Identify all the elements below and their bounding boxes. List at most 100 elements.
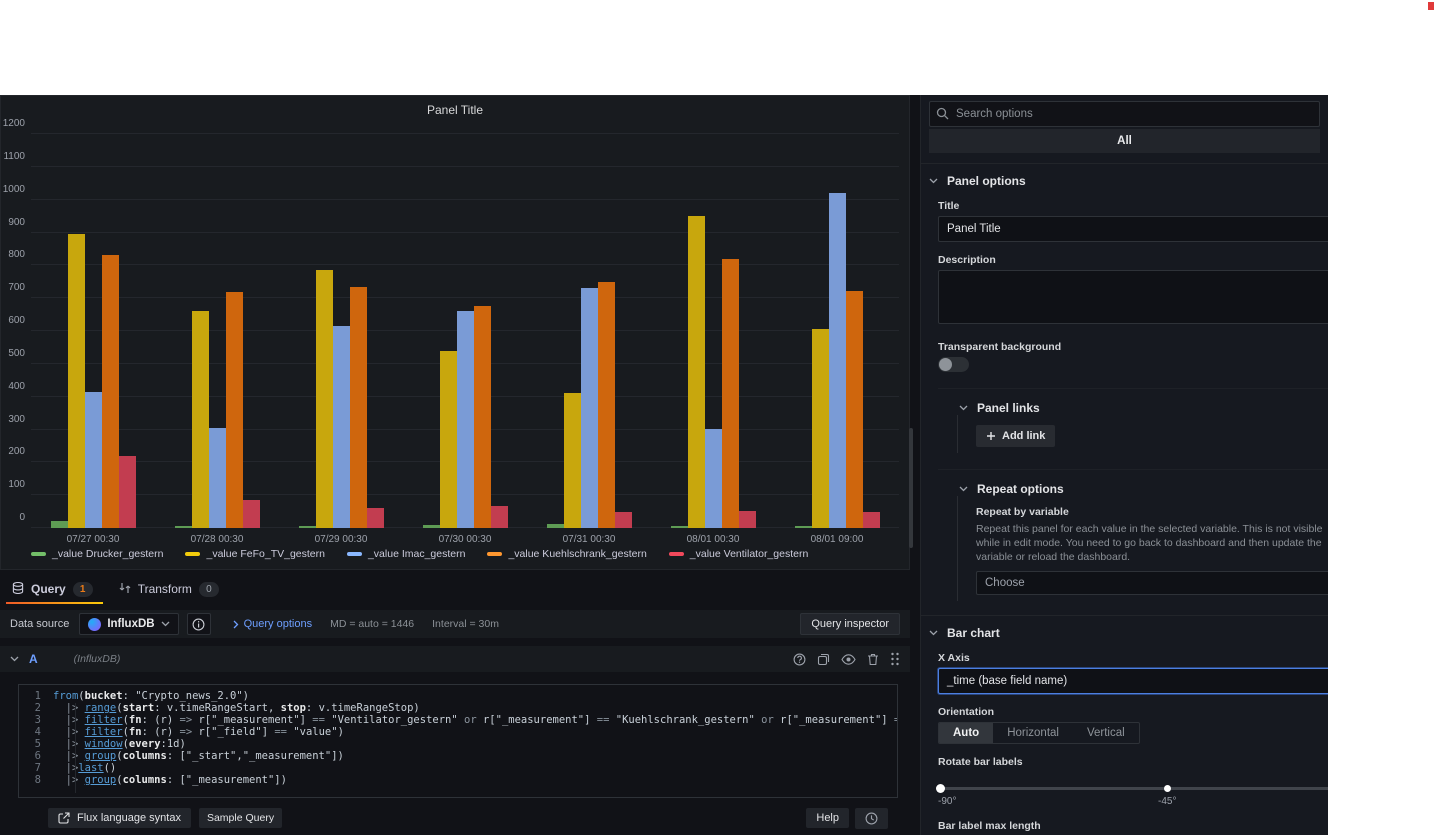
bar-group[interactable] [403,134,527,528]
slider-track[interactable] [938,786,1328,790]
y-axis-tick: 600 [8,315,25,326]
legend-swatch [185,552,201,556]
bar[interactable] [738,510,756,528]
bar[interactable] [191,311,209,528]
drag-handle-icon[interactable] [890,652,900,666]
bar[interactable] [811,329,829,528]
rotate-bar-labels-slider[interactable]: -90° -45° [936,782,1328,808]
plot-area: 0 100 200 300 400 500 600 700 800 900 1000 1100 1200 [3,118,899,528]
legend-swatch [487,552,503,556]
bar[interactable] [242,500,260,528]
bar[interactable] [580,288,598,528]
panel-options-header[interactable]: Panel options [921,174,1328,188]
legend-item[interactable]: _value Drucker_gestern [31,548,163,560]
history-button[interactable] [855,807,888,829]
bar[interactable] [208,427,226,528]
bar-group[interactable] [155,134,279,528]
bar[interactable] [422,525,440,528]
legend-item[interactable]: _value Imac_gestern [346,548,465,560]
tab-transform[interactable]: Transform 0 [111,577,231,604]
left-pane-scrollbar[interactable] [909,95,914,835]
code-line[interactable]: 2 |> range(start: v.timeRangeStart, stop… [19,702,897,714]
option-auto[interactable]: Auto [939,722,994,743]
bar[interactable] [456,311,474,528]
code-line[interactable]: 6 |> group(columns: ["_start","_measurem… [19,750,897,762]
bar[interactable] [794,526,812,528]
flux-code-editor[interactable]: 1 from(bucket: "Crypto_news_2.0") 2 |> ran… [18,684,898,798]
xaxis-select[interactable]: _time (base field name) [938,667,1328,694]
panel-title-input[interactable] [938,216,1328,242]
legend-item[interactable]: _value FeFo_TV_gestern [185,548,325,560]
sample-query-button[interactable]: Sample Query [198,808,283,828]
bar[interactable] [862,511,880,528]
bar[interactable] [563,393,581,528]
panel-links-header[interactable]: Panel links [938,401,1328,415]
bar-chart-header[interactable]: Bar chart [921,626,1328,640]
bar[interactable] [614,511,632,528]
add-link-button[interactable]: Add link [976,425,1056,447]
slider-thumb[interactable] [936,783,945,793]
line-number: 4 [34,726,41,738]
help-circle-icon[interactable] [793,653,806,666]
bar[interactable] [687,216,705,528]
tab-query[interactable]: Query 1 [4,577,105,604]
bar[interactable] [118,455,136,528]
code-line[interactable]: 5 |> window(every:1d) [19,738,897,750]
bar[interactable] [670,526,688,528]
legend-item[interactable]: _value Ventilator_gestern [668,548,808,560]
bar[interactable] [473,306,491,528]
bar-group[interactable] [279,134,403,528]
trash-icon[interactable] [867,653,879,666]
description-textarea[interactable] [938,270,1328,324]
bar[interactable] [50,521,68,528]
options-sidebar: All Panel options Title Description Tran… [920,95,1328,835]
bar[interactable] [101,255,119,528]
query-inspector-button[interactable]: Query inspector [800,613,900,635]
bar[interactable] [721,258,739,528]
code-line[interactable]: 4 |> filter(fn: (r) => r["_field"] == "v… [19,726,897,738]
bar[interactable] [298,526,316,528]
bar[interactable] [597,281,615,528]
bar[interactable] [845,290,863,528]
eye-icon[interactable] [841,653,856,665]
repeat-options-header[interactable]: Repeat options [938,482,1328,496]
duplicate-icon[interactable] [817,653,830,666]
legend-item[interactable]: _value Kuehlschrank_gestern [487,548,647,560]
code-line[interactable]: 7 |>last() [19,762,897,774]
datasource-help-button[interactable] [186,613,211,635]
datasource-picker[interactable]: InfluxDB [79,613,179,635]
bar-group[interactable] [651,134,775,528]
bar[interactable] [84,391,102,528]
filter-tab-all[interactable]: All [929,129,1320,153]
option-horizontal[interactable]: Horizontal [993,723,1073,743]
bar-group[interactable] [31,134,155,528]
flux-syntax-button[interactable]: Flux language syntax [48,808,191,828]
bar[interactable] [490,505,508,528]
bar[interactable] [67,234,85,528]
scrollbar-thumb[interactable] [909,428,913,548]
option-vertical[interactable]: Vertical [1073,723,1139,743]
code-line[interactable]: 8 |> group(columns: ["_measurement"]) [19,774,897,786]
bar[interactable] [366,508,384,528]
bar[interactable] [828,193,846,528]
code-line[interactable]: 1 from(bucket: "Crypto_news_2.0") [19,690,897,702]
bar[interactable] [439,350,457,528]
bar-group[interactable] [527,134,651,528]
bar[interactable] [546,524,564,528]
help-button[interactable]: Help [806,808,849,828]
bar[interactable] [225,291,243,528]
repeat-variable-select[interactable]: Choose [976,570,1328,595]
bar[interactable] [349,286,367,528]
bar-group[interactable] [775,134,899,528]
bar[interactable] [332,326,350,528]
query-options-toggle[interactable]: Query options [233,618,312,630]
transparent-bg-toggle[interactable] [938,357,969,372]
bar[interactable] [704,428,722,528]
query-row-header[interactable]: A (InfluxDB) [0,646,910,672]
legend-swatch [668,552,684,556]
bar[interactable] [174,526,192,528]
code-line[interactable]: 3 |> filter(fn: (r) => r["_measurement"]… [19,714,897,726]
title-label: Title [938,200,960,212]
bar[interactable] [315,270,333,528]
search-options-input[interactable] [929,101,1320,127]
